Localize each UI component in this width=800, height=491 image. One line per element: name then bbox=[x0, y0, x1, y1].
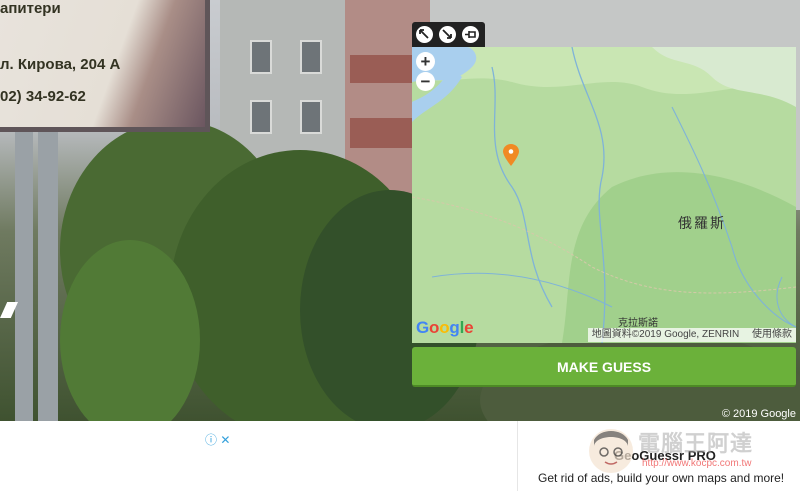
balcony bbox=[350, 55, 412, 83]
make-guess-button[interactable]: MAKE GUESS bbox=[412, 347, 796, 387]
map-attribution-bar: 地圖資料©2019 Google, ZENRIN 使用條款 bbox=[587, 328, 796, 342]
map-attribution: 地圖資料©2019 Google, ZENRIN bbox=[591, 329, 740, 340]
zoom-in-button[interactable]: + bbox=[416, 52, 435, 71]
billboard-address: л. Кирова, 204 А bbox=[0, 56, 121, 73]
shrink-icon[interactable] bbox=[439, 26, 456, 43]
billboard-text: апитери bbox=[0, 0, 61, 17]
zoom-out-button[interactable]: − bbox=[416, 72, 435, 91]
window bbox=[250, 100, 272, 134]
watermark-brand: 電腦王阿達 bbox=[638, 431, 754, 456]
window bbox=[300, 40, 322, 74]
billboard-pole bbox=[15, 130, 33, 421]
map-terms-link[interactable]: 使用條款 bbox=[752, 329, 792, 340]
ad-slot[interactable]: ⓘ ✕ bbox=[0, 421, 518, 491]
ad-choices-icon[interactable]: ⓘ ✕ bbox=[205, 431, 230, 448]
billboard: апитери л. Кирова, 204 А 02) 34-92-62 bbox=[0, 0, 210, 132]
guess-map[interactable]: + − 俄羅斯 克拉斯諾 Google 地圖資料©2019 Google, ZE… bbox=[412, 47, 796, 343]
billboard-phone: 02) 34-92-62 bbox=[0, 88, 86, 105]
map-marker-icon[interactable] bbox=[503, 144, 519, 166]
pin-icon[interactable] bbox=[462, 26, 479, 43]
google-logo: Google bbox=[416, 318, 474, 337]
map-label-region: 克拉斯諾 bbox=[618, 318, 658, 329]
window bbox=[300, 100, 322, 134]
watermark: 電腦王阿達 http://www.kocpc.com.tw bbox=[586, 420, 800, 490]
watermark-url: http://www.kocpc.com.tw bbox=[642, 458, 752, 469]
street-view-attribution: © 2019 Google bbox=[721, 408, 796, 420]
window bbox=[250, 40, 272, 74]
balcony bbox=[350, 118, 412, 148]
watermark-mascot-icon bbox=[589, 429, 633, 473]
map-toolbar bbox=[412, 22, 485, 47]
expand-icon[interactable] bbox=[416, 26, 433, 43]
map-label-country: 俄羅斯 bbox=[678, 215, 726, 231]
billboard-pole bbox=[38, 130, 58, 421]
map-terrain bbox=[412, 47, 796, 343]
